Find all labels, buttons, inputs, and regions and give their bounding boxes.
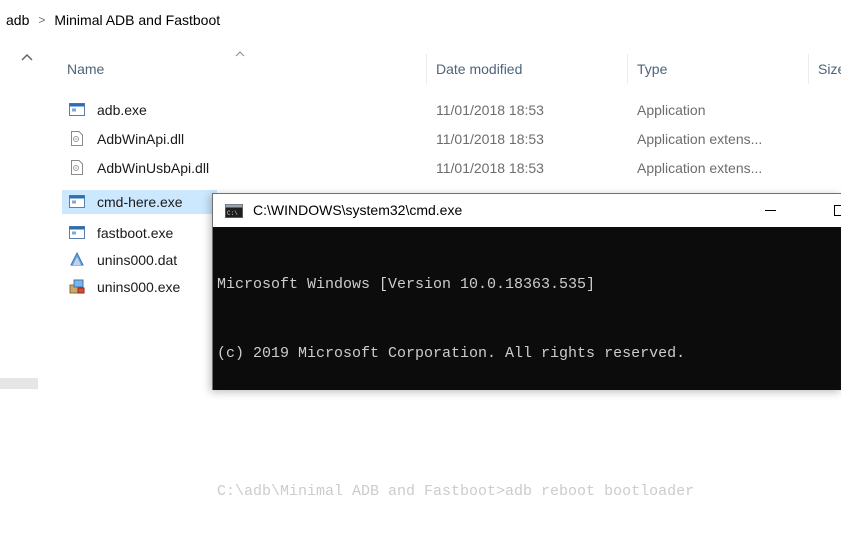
- navigation-scrollbar[interactable]: [0, 378, 38, 389]
- minimize-icon: [765, 210, 776, 211]
- maximize-icon: [834, 205, 841, 216]
- file-name: cmd-here.exe: [97, 194, 183, 210]
- console-output[interactable]: Microsoft Windows [Version 10.0.18363.53…: [213, 227, 841, 500]
- column-divider[interactable]: [426, 54, 427, 84]
- file-name: AdbWinApi.dll: [97, 131, 185, 147]
- file-date: 11/01/2018 18:53: [436, 102, 544, 118]
- column-divider[interactable]: [808, 54, 809, 84]
- cmd-icon: C:\: [225, 204, 243, 218]
- console-line: C:\adb\Minimal ADB and Fastboot>adb rebo…: [217, 483, 695, 500]
- file-row[interactable]: AdbWinApi.dll 11/01/2018 18:53 Applicati…: [62, 127, 841, 151]
- maximize-button[interactable]: [793, 194, 841, 227]
- file-name: fastboot.exe: [97, 225, 174, 241]
- column-divider[interactable]: [627, 54, 628, 84]
- file-row-selected[interactable]: cmd-here.exe: [62, 190, 217, 214]
- svg-text:C:\: C:\: [227, 210, 238, 217]
- exe-icon: [69, 226, 85, 239]
- cmd-titlebar[interactable]: C:\ C:\WINDOWS\system32\cmd.exe: [213, 194, 841, 227]
- column-header-name[interactable]: Name: [67, 58, 104, 80]
- dll-icon: [71, 131, 83, 146]
- dll-icon: [71, 160, 83, 175]
- dat-icon: [70, 252, 84, 266]
- scroll-up-icon[interactable]: [20, 52, 34, 66]
- breadcrumb-item-adb[interactable]: adb: [6, 12, 29, 28]
- file-name: unins000.exe: [97, 279, 181, 295]
- sort-ascending-icon: [235, 51, 245, 57]
- cmd-window[interactable]: C:\ C:\WINDOWS\system32\cmd.exe Microsof…: [212, 193, 841, 500]
- file-date: 11/01/2018 18:53: [436, 160, 544, 176]
- breadcrumb-item-minimal-adb[interactable]: Minimal ADB and Fastboot: [54, 12, 220, 28]
- installer-icon: [69, 279, 85, 294]
- navigation-pane[interactable]: [0, 40, 38, 389]
- breadcrumb-separator[interactable]: >: [38, 13, 45, 27]
- console-line: Microsoft Windows [Version 10.0.18363.53…: [217, 276, 596, 293]
- file-name: unins000.dat: [97, 252, 178, 268]
- cmd-title: C:\WINDOWS\system32\cmd.exe: [253, 202, 463, 218]
- column-header-type[interactable]: Type: [637, 58, 667, 80]
- column-header-date-modified[interactable]: Date modified: [436, 58, 522, 80]
- file-row[interactable]: adb.exe 11/01/2018 18:53 Application: [62, 98, 841, 122]
- exe-icon: [69, 103, 85, 116]
- file-row[interactable]: AdbWinUsbApi.dll 11/01/2018 18:53 Applic…: [62, 156, 841, 180]
- file-type: Application extens...: [637, 160, 763, 176]
- file-type: Application extens...: [637, 131, 763, 147]
- column-header-size[interactable]: Size: [818, 58, 841, 80]
- console-line: (c) 2019 Microsoft Corporation. All righ…: [217, 345, 686, 362]
- breadcrumb: adb > Minimal ADB and Fastboot: [6, 10, 220, 30]
- file-type: Application: [637, 102, 706, 118]
- file-name: AdbWinUsbApi.dll: [97, 160, 210, 176]
- file-name: adb.exe: [97, 102, 147, 118]
- minimize-button[interactable]: [747, 194, 793, 227]
- exe-icon: [69, 195, 85, 208]
- file-date: 11/01/2018 18:53: [436, 131, 544, 147]
